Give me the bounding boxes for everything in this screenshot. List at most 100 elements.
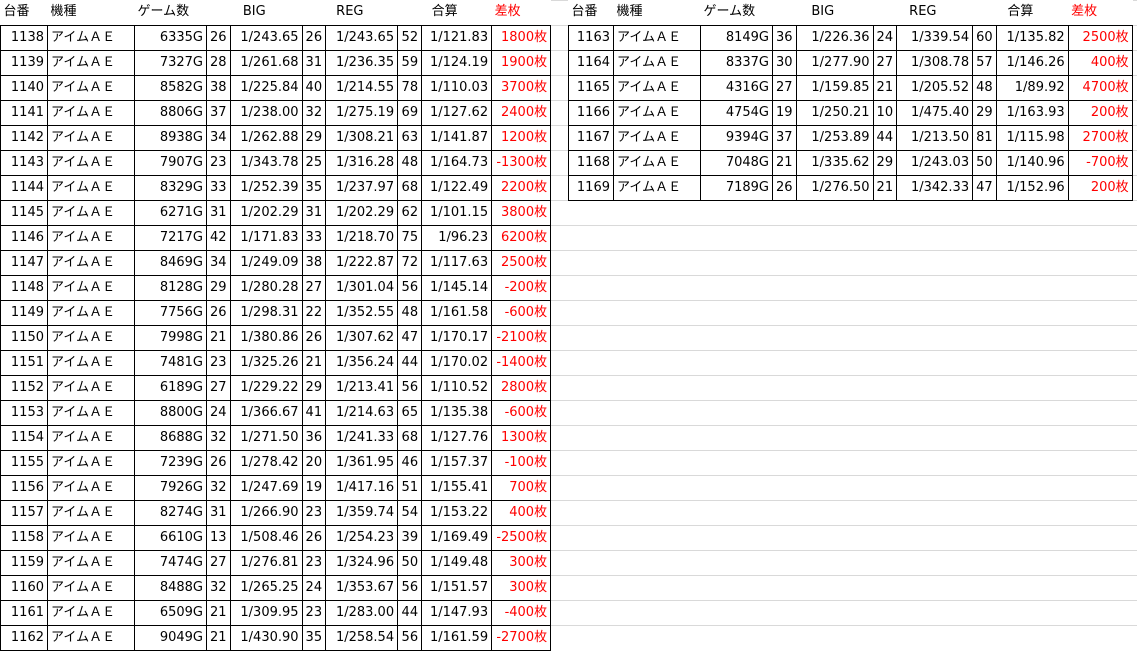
cell-reg-rate[interactable]: 1/214.63 <box>325 399 399 426</box>
cell-big-rate[interactable]: 1/238.00 <box>229 99 303 126</box>
cell-reg-count[interactable]: 40 <box>301 74 327 101</box>
cell-diff-medals[interactable]: 200枚 <box>1067 174 1133 201</box>
cell-big-rate[interactable]: 1/271.50 <box>229 424 303 451</box>
cell-big-rate[interactable]: 1/225.84 <box>229 74 303 101</box>
cell-big-rate[interactable]: 1/249.09 <box>229 249 303 276</box>
cell-big-count[interactable]: 31 <box>206 499 231 526</box>
cell-reg-count[interactable]: 31 <box>301 49 327 76</box>
cell-reg-count[interactable]: 27 <box>301 274 327 301</box>
cell-big-rate[interactable]: 1/276.81 <box>229 549 303 576</box>
cell-big-rate[interactable]: 1/262.88 <box>229 124 303 151</box>
cell-game-count[interactable]: 7756G <box>134 299 207 326</box>
cell-game-count[interactable]: 7474G <box>134 549 207 576</box>
cell-reg-count[interactable]: 21 <box>872 74 898 101</box>
cell-total-rate[interactable]: 1/96.23 <box>421 224 493 251</box>
cell-diff-medals[interactable]: -700枚 <box>1067 149 1133 176</box>
cell-big-count[interactable]: 29 <box>206 274 231 301</box>
cell-reg-count[interactable]: 24 <box>301 574 327 601</box>
cell-big-count[interactable]: 21 <box>206 324 231 351</box>
cell-total-rate[interactable]: 1/124.19 <box>421 49 493 76</box>
cell-total-count[interactable]: 56 <box>397 374 423 401</box>
cell-game-count[interactable]: 7189G <box>700 174 773 201</box>
cell-diff-medals[interactable]: -1400枚 <box>491 349 552 376</box>
cell-total-rate[interactable]: 1/151.57 <box>421 574 493 601</box>
cell-reg-count[interactable]: 31 <box>301 199 327 226</box>
cell-game-count[interactable]: 6610G <box>134 524 207 551</box>
cell-machine-number[interactable]: 1156 <box>0 474 48 501</box>
cell-big-count[interactable]: 31 <box>206 199 231 226</box>
cell-total-count[interactable]: 44 <box>397 599 423 626</box>
cell-machine-type[interactable]: アイムＡＥ <box>47 74 135 101</box>
cell-total-rate[interactable]: 1/153.22 <box>421 499 493 526</box>
cell-total-count[interactable]: 68 <box>397 174 423 201</box>
cell-big-rate[interactable]: 1/277.90 <box>795 49 874 76</box>
cell-machine-type[interactable]: アイムＡＥ <box>47 549 135 576</box>
cell-big-rate[interactable]: 1/261.68 <box>229 49 303 76</box>
cell-reg-count[interactable]: 29 <box>301 374 327 401</box>
cell-big-count[interactable]: 26 <box>206 449 231 476</box>
cell-big-rate[interactable]: 1/243.65 <box>229 24 303 51</box>
cell-reg-count[interactable]: 27 <box>872 49 898 76</box>
cell-big-count[interactable]: 36 <box>772 24 797 51</box>
cell-game-count[interactable]: 4754G <box>700 99 773 126</box>
cell-total-count[interactable]: 60 <box>972 24 997 51</box>
cell-big-count[interactable]: 38 <box>206 74 231 101</box>
cell-game-count[interactable]: 8329G <box>134 174 207 201</box>
cell-total-rate[interactable]: 1/115.98 <box>995 124 1069 151</box>
cell-big-rate[interactable]: 1/508.46 <box>229 524 303 551</box>
cell-reg-count[interactable]: 23 <box>301 549 327 576</box>
cell-total-rate[interactable]: 1/89.92 <box>995 74 1069 101</box>
cell-total-rate[interactable]: 1/127.76 <box>421 424 493 451</box>
cell-game-count[interactable]: 9049G <box>134 624 207 651</box>
cell-reg-rate[interactable]: 1/222.87 <box>325 249 399 276</box>
cell-machine-type[interactable]: アイムＡＥ <box>47 624 135 651</box>
cell-diff-medals[interactable]: 1900枚 <box>491 49 552 76</box>
cell-big-rate[interactable]: 1/229.22 <box>229 374 303 401</box>
cell-machine-number[interactable]: 1138 <box>0 24 48 51</box>
cell-reg-count[interactable]: 26 <box>301 24 327 51</box>
cell-reg-rate[interactable]: 1/236.35 <box>325 49 399 76</box>
cell-machine-type[interactable]: アイムＡＥ <box>47 299 135 326</box>
cell-reg-rate[interactable]: 1/213.41 <box>325 374 399 401</box>
cell-game-count[interactable]: 9394G <box>700 124 773 151</box>
cell-machine-type[interactable]: アイムＡＥ <box>47 99 135 126</box>
cell-big-count[interactable]: 26 <box>206 299 231 326</box>
cell-diff-medals[interactable]: 400枚 <box>1067 49 1133 76</box>
cell-game-count[interactable]: 6189G <box>134 374 207 401</box>
cell-machine-type[interactable]: アイムＡＥ <box>47 24 135 51</box>
cell-big-count[interactable]: 32 <box>206 474 231 501</box>
cell-machine-type[interactable]: アイムＡＥ <box>47 374 135 401</box>
cell-total-rate[interactable]: 1/135.38 <box>421 399 493 426</box>
cell-machine-type[interactable]: アイムＡＥ <box>47 524 135 551</box>
cell-reg-count[interactable]: 19 <box>301 474 327 501</box>
cell-total-rate[interactable]: 1/170.02 <box>421 349 493 376</box>
cell-game-count[interactable]: 7239G <box>134 449 207 476</box>
cell-total-rate[interactable]: 1/127.62 <box>421 99 493 126</box>
cell-diff-medals[interactable]: -600枚 <box>491 399 552 426</box>
cell-reg-rate[interactable]: 1/275.19 <box>325 99 399 126</box>
cell-total-rate[interactable]: 1/157.37 <box>421 449 493 476</box>
cell-big-rate[interactable]: 1/380.86 <box>229 324 303 351</box>
cell-game-count[interactable]: 4316G <box>700 74 773 101</box>
cell-game-count[interactable]: 8274G <box>134 499 207 526</box>
cell-big-rate[interactable]: 1/343.78 <box>229 149 303 176</box>
cell-big-rate[interactable]: 1/250.21 <box>795 99 874 126</box>
cell-diff-medals[interactable]: -2700枚 <box>491 624 552 651</box>
cell-big-count[interactable]: 23 <box>206 149 231 176</box>
cell-total-count[interactable]: 72 <box>397 249 423 276</box>
cell-diff-medals[interactable]: -2500枚 <box>491 524 552 551</box>
cell-total-rate[interactable]: 1/146.26 <box>995 49 1069 76</box>
cell-game-count[interactable]: 6509G <box>134 599 207 626</box>
cell-reg-count[interactable]: 38 <box>301 249 327 276</box>
cell-game-count[interactable]: 8128G <box>134 274 207 301</box>
cell-machine-type[interactable]: アイムＡＥ <box>47 174 135 201</box>
cell-diff-medals[interactable]: 2400枚 <box>491 99 552 126</box>
cell-reg-rate[interactable]: 1/218.70 <box>325 224 399 251</box>
cell-machine-number[interactable]: 1160 <box>0 574 48 601</box>
cell-game-count[interactable]: 6335G <box>134 24 207 51</box>
cell-total-count[interactable]: 48 <box>972 74 997 101</box>
cell-diff-medals[interactable]: 200枚 <box>1067 99 1133 126</box>
cell-total-rate[interactable]: 1/169.49 <box>421 524 493 551</box>
cell-total-rate[interactable]: 1/147.93 <box>421 599 493 626</box>
cell-machine-number[interactable]: 1162 <box>0 624 48 651</box>
